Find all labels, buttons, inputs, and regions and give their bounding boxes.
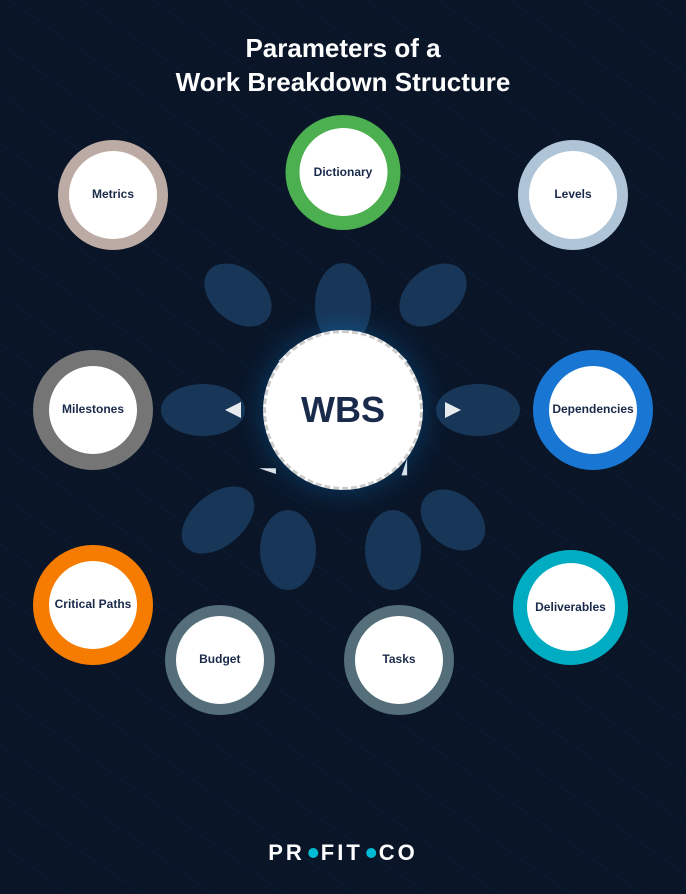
node-dictionary: Dictionary <box>286 115 401 230</box>
tasks-label: Tasks <box>382 652 415 666</box>
logo-dot-2 <box>366 848 376 858</box>
node-metrics: Metrics <box>58 140 168 250</box>
dependencies-label: Dependencies <box>552 402 633 416</box>
logo-dot-1 <box>308 848 318 858</box>
milestones-label: Milestones <box>62 402 124 416</box>
wbs-center: WBS <box>263 330 423 490</box>
node-dependencies: Dependencies <box>533 350 653 470</box>
node-budget: Budget <box>165 605 275 715</box>
deliverables-label: Deliverables <box>535 600 606 614</box>
title-line2: Work Breakdown Structure <box>176 67 511 97</box>
node-tasks: Tasks <box>344 605 454 715</box>
wbs-label: WBS <box>301 389 385 431</box>
title-line1: Parameters of a <box>245 33 440 63</box>
logo-text: PRFITCO <box>268 840 418 866</box>
levels-label: Levels <box>554 187 591 201</box>
diagram: WBS Dictionary Levels <box>63 120 623 700</box>
page-title: Parameters of a Work Breakdown Structure <box>176 32 511 100</box>
footer-logo: PRFITCO <box>268 840 418 866</box>
budget-label: Budget <box>199 652 240 666</box>
node-milestones: Milestones <box>33 350 153 470</box>
node-levels: Levels <box>518 140 628 250</box>
node-critical-paths: Critical Paths <box>33 545 153 665</box>
metrics-label: Metrics <box>92 187 134 201</box>
dictionary-label: Dictionary <box>314 165 373 179</box>
node-deliverables: Deliverables <box>513 550 628 665</box>
critical-paths-label: Critical Paths <box>55 597 132 611</box>
